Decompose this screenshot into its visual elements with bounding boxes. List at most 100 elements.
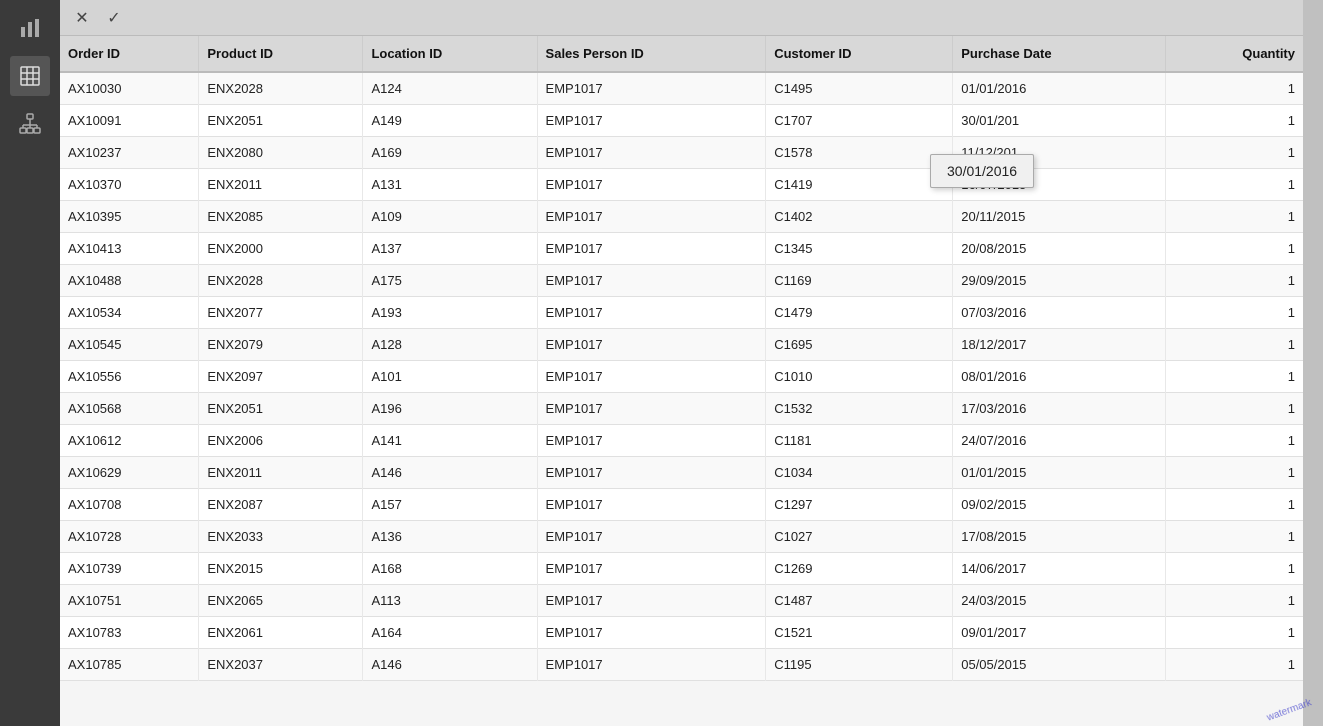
table-cell: EMP1017 bbox=[537, 489, 766, 521]
table-cell: 1 bbox=[1166, 585, 1303, 617]
table-cell: 09/02/2015 bbox=[953, 489, 1166, 521]
col-header-location-id: Location ID bbox=[363, 36, 537, 72]
table-cell: C1297 bbox=[766, 489, 953, 521]
cancel-button[interactable]: ✕ bbox=[68, 4, 96, 32]
table-cell: AX10739 bbox=[60, 553, 199, 585]
table-cell: 1 bbox=[1166, 169, 1303, 201]
table-cell: A164 bbox=[363, 617, 537, 649]
table-cell: ENX2006 bbox=[199, 425, 363, 457]
table-cell: A128 bbox=[363, 329, 537, 361]
table-cell: AX10370 bbox=[60, 169, 199, 201]
table-cell: AX10629 bbox=[60, 457, 199, 489]
table-cell: A146 bbox=[363, 457, 537, 489]
col-header-customer-id: Customer ID bbox=[766, 36, 953, 72]
table-cell: 14/06/2017 bbox=[953, 553, 1166, 585]
bar-chart-icon[interactable] bbox=[10, 8, 50, 48]
table-cell: 1 bbox=[1166, 265, 1303, 297]
table-cell: ENX2000 bbox=[199, 233, 363, 265]
table-cell: ENX2033 bbox=[199, 521, 363, 553]
table-cell: ENX2011 bbox=[199, 169, 363, 201]
table-cell: EMP1017 bbox=[537, 297, 766, 329]
table-cell: A101 bbox=[363, 361, 537, 393]
data-table: Order ID Product ID Location ID Sales Pe… bbox=[60, 36, 1303, 681]
table-row[interactable]: AX10785ENX2037A146EMP1017C119505/05/2015… bbox=[60, 649, 1303, 681]
table-cell: AX10488 bbox=[60, 265, 199, 297]
toolbar: ✕ ✓ bbox=[60, 0, 1303, 36]
table-row[interactable]: AX10728ENX2033A136EMP1017C102717/08/2015… bbox=[60, 521, 1303, 553]
table-row[interactable]: AX10545ENX2079A128EMP1017C169518/12/2017… bbox=[60, 329, 1303, 361]
table-cell: EMP1017 bbox=[537, 457, 766, 489]
table-cell: 18/12/2017 bbox=[953, 329, 1166, 361]
table-cell: C1402 bbox=[766, 201, 953, 233]
table-cell: EMP1017 bbox=[537, 72, 766, 105]
table-cell: 24/07/2016 bbox=[953, 425, 1166, 457]
table-cell: AX10091 bbox=[60, 105, 199, 137]
table-cell: AX10751 bbox=[60, 585, 199, 617]
table-cell: EMP1017 bbox=[537, 329, 766, 361]
table-row[interactable]: AX10739ENX2015A168EMP1017C126914/06/2017… bbox=[60, 553, 1303, 585]
table-cell: AX10612 bbox=[60, 425, 199, 457]
table-row[interactable]: AX10534ENX2077A193EMP1017C147907/03/2016… bbox=[60, 297, 1303, 329]
table-cell: 01/01/2015 bbox=[953, 457, 1166, 489]
col-header-sales-person-id: Sales Person ID bbox=[537, 36, 766, 72]
table-cell: ENX2080 bbox=[199, 137, 363, 169]
table-row[interactable]: AX10629ENX2011A146EMP1017C103401/01/2015… bbox=[60, 457, 1303, 489]
table-row[interactable]: AX10091ENX2051A149EMP1017C170730/01/2011 bbox=[60, 105, 1303, 137]
table-cell: 08/01/2016 bbox=[953, 361, 1166, 393]
table-cell: A124 bbox=[363, 72, 537, 105]
table-cell: 1 bbox=[1166, 297, 1303, 329]
table-cell: AX10534 bbox=[60, 297, 199, 329]
table-cell: A196 bbox=[363, 393, 537, 425]
table-cell: A157 bbox=[363, 489, 537, 521]
table-cell: EMP1017 bbox=[537, 201, 766, 233]
table-cell: C1181 bbox=[766, 425, 953, 457]
table-cell: A109 bbox=[363, 201, 537, 233]
table-cell: A136 bbox=[363, 521, 537, 553]
table-cell: 1 bbox=[1166, 105, 1303, 137]
table-cell: A149 bbox=[363, 105, 537, 137]
table-cell: AX10395 bbox=[60, 201, 199, 233]
table-row[interactable]: AX10395ENX2085A109EMP1017C140220/11/2015… bbox=[60, 201, 1303, 233]
table-cell: 1 bbox=[1166, 393, 1303, 425]
table-cell: C1419 bbox=[766, 169, 953, 201]
table-cell: EMP1017 bbox=[537, 233, 766, 265]
col-header-quantity: Quantity bbox=[1166, 36, 1303, 72]
table-cell: A113 bbox=[363, 585, 537, 617]
table-row[interactable]: AX10488ENX2028A175EMP1017C116929/09/2015… bbox=[60, 265, 1303, 297]
table-row[interactable]: AX10612ENX2006A141EMP1017C118124/07/2016… bbox=[60, 425, 1303, 457]
table-cell: 1 bbox=[1166, 457, 1303, 489]
table-cell: 05/05/2015 bbox=[953, 649, 1166, 681]
table-cell: ENX2061 bbox=[199, 617, 363, 649]
table-cell: A169 bbox=[363, 137, 537, 169]
table-cell: C1010 bbox=[766, 361, 953, 393]
table-cell: EMP1017 bbox=[537, 649, 766, 681]
table-grid-icon[interactable] bbox=[10, 56, 50, 96]
table-cell: A131 bbox=[363, 169, 537, 201]
table-cell: AX10708 bbox=[60, 489, 199, 521]
sidebar bbox=[0, 0, 60, 726]
table-cell: C1578 bbox=[766, 137, 953, 169]
table-cell: 1 bbox=[1166, 425, 1303, 457]
table-cell: 01/01/2016 bbox=[953, 72, 1166, 105]
table-row[interactable]: AX10751ENX2065A113EMP1017C148724/03/2015… bbox=[60, 585, 1303, 617]
table-row[interactable]: AX10413ENX2000A137EMP1017C134520/08/2015… bbox=[60, 233, 1303, 265]
table-container[interactable]: Order ID Product ID Location ID Sales Pe… bbox=[60, 36, 1303, 726]
table-cell: 20/08/2015 bbox=[953, 233, 1166, 265]
table-row[interactable]: AX10556ENX2097A101EMP1017C101008/01/2016… bbox=[60, 361, 1303, 393]
table-row[interactable]: AX10030ENX2028A124EMP1017C149501/01/2016… bbox=[60, 72, 1303, 105]
table-row[interactable]: AX10568ENX2051A196EMP1017C153217/03/2016… bbox=[60, 393, 1303, 425]
confirm-button[interactable]: ✓ bbox=[100, 4, 128, 32]
table-cell: C1195 bbox=[766, 649, 953, 681]
table-cell: 29/09/2015 bbox=[953, 265, 1166, 297]
table-cell: C1707 bbox=[766, 105, 953, 137]
table-cell: C1495 bbox=[766, 72, 953, 105]
table-cell: C1027 bbox=[766, 521, 953, 553]
table-row[interactable]: AX10370ENX2011A131EMP1017C141916/07/2015… bbox=[60, 169, 1303, 201]
table-cell: AX10237 bbox=[60, 137, 199, 169]
table-cell: A193 bbox=[363, 297, 537, 329]
table-row[interactable]: AX10708ENX2087A157EMP1017C129709/02/2015… bbox=[60, 489, 1303, 521]
table-cell: AX10568 bbox=[60, 393, 199, 425]
table-row[interactable]: AX10237ENX2080A169EMP1017C157811/12/2011 bbox=[60, 137, 1303, 169]
table-row[interactable]: AX10783ENX2061A164EMP1017C152109/01/2017… bbox=[60, 617, 1303, 649]
hierarchy-icon[interactable] bbox=[10, 104, 50, 144]
